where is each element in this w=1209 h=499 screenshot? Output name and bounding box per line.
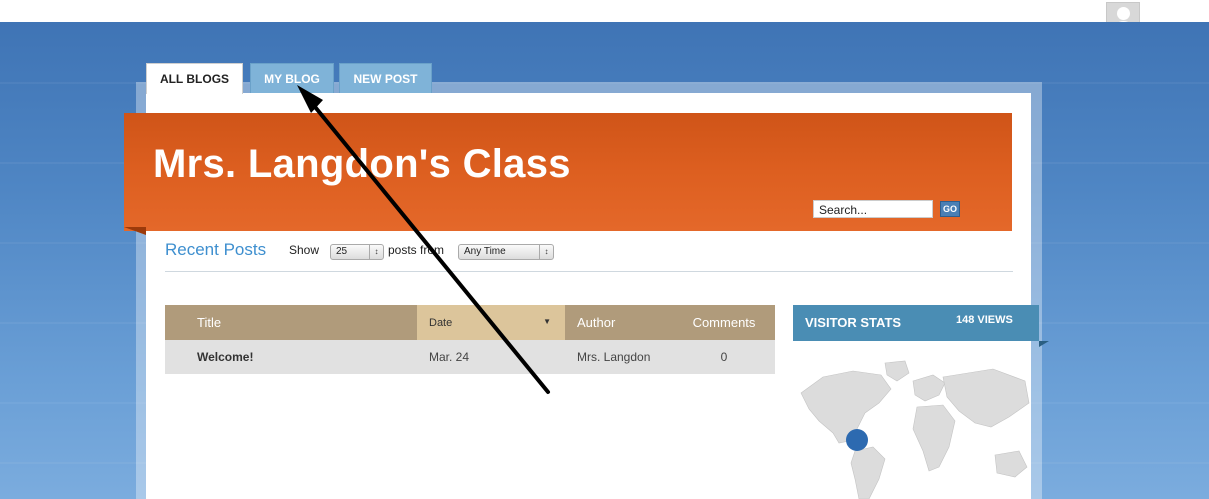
top-bar: K Mrs. Langdon's Class My Classes School… bbox=[0, 0, 1209, 22]
brand-logo-icon[interactable]: K bbox=[6, 0, 29, 20]
posts-count-value: 25 bbox=[336, 246, 348, 257]
tab-new-post[interactable]: NEW POST bbox=[339, 63, 432, 93]
visitor-location-marker bbox=[846, 429, 868, 451]
header-comments[interactable]: Comments bbox=[673, 305, 775, 340]
africa-shape bbox=[912, 404, 956, 472]
search-input[interactable]: Search... bbox=[813, 200, 933, 218]
table-header-row: Title Date ▼ Author Comments bbox=[165, 305, 775, 340]
school-panel-link[interactable]: School Panel bbox=[950, 10, 1019, 22]
greenland-shape bbox=[884, 360, 910, 382]
north-america-shape bbox=[800, 370, 892, 444]
avatar-body-shape bbox=[1111, 21, 1136, 22]
updown-arrows-icon: ↕ bbox=[539, 245, 553, 259]
visitor-stats-label: VISITOR STATS bbox=[805, 315, 902, 330]
posts-table: Title Date ▼ Author Comments Welcome! Ma… bbox=[165, 305, 775, 374]
asia-shape bbox=[942, 368, 1030, 428]
stats-fold-decoration bbox=[1039, 341, 1049, 347]
site-title-link[interactable]: Mrs. Langdon's Class bbox=[46, 0, 306, 20]
europe-shape bbox=[912, 374, 946, 402]
header-title[interactable]: Title bbox=[165, 305, 417, 340]
post-date-cell: Mar. 24 bbox=[417, 340, 565, 374]
post-comments-cell: 0 bbox=[673, 340, 775, 374]
avatar-head-shape bbox=[1117, 7, 1130, 20]
search-go-button[interactable]: GO bbox=[940, 201, 960, 217]
header-author[interactable]: Author bbox=[565, 305, 673, 340]
south-america-shape bbox=[850, 446, 886, 499]
screenshot-stage: K Mrs. Langdon's Class My Classes School… bbox=[0, 0, 1209, 499]
banner-fold-decoration bbox=[124, 227, 146, 235]
visitor-stats-views: 148 VIEWS bbox=[956, 314, 1013, 326]
section-divider bbox=[165, 271, 1013, 272]
post-title-cell[interactable]: Welcome! bbox=[165, 340, 417, 374]
my-classes-link[interactable]: My Classes bbox=[289, 10, 349, 22]
posts-from-label: posts from bbox=[388, 243, 445, 257]
class-title: Mrs. Langdon's Class bbox=[153, 142, 571, 186]
avatar[interactable] bbox=[1106, 2, 1140, 22]
header-date-label: Date bbox=[429, 316, 453, 329]
username-link[interactable]: Abrown bbox=[1062, 10, 1103, 22]
sort-down-icon: ▼ bbox=[543, 316, 551, 326]
show-label: Show bbox=[289, 243, 320, 257]
post-title-link[interactable]: Welcome! bbox=[197, 350, 253, 364]
header-date[interactable]: Date ▼ bbox=[417, 305, 565, 340]
time-range-value: Any Time bbox=[464, 246, 506, 257]
visitor-world-map bbox=[800, 360, 1030, 499]
table-row[interactable]: Welcome! Mar. 24 Mrs. Langdon 0 bbox=[165, 340, 775, 374]
updown-arrows-icon: ↕ bbox=[369, 245, 383, 259]
time-range-select[interactable]: Any Time ↕ bbox=[458, 244, 554, 260]
logout-link[interactable]: Log Out bbox=[1152, 10, 1194, 22]
recent-posts-heading: Recent Posts bbox=[165, 240, 267, 259]
australia-shape bbox=[994, 450, 1028, 478]
tab-my-blog[interactable]: MY BLOG bbox=[250, 63, 334, 93]
post-author-cell: Mrs. Langdon bbox=[565, 340, 673, 374]
tab-all-blogs[interactable]: ALL BLOGS bbox=[146, 63, 243, 94]
posts-count-select[interactable]: 25 ↕ bbox=[330, 244, 384, 260]
